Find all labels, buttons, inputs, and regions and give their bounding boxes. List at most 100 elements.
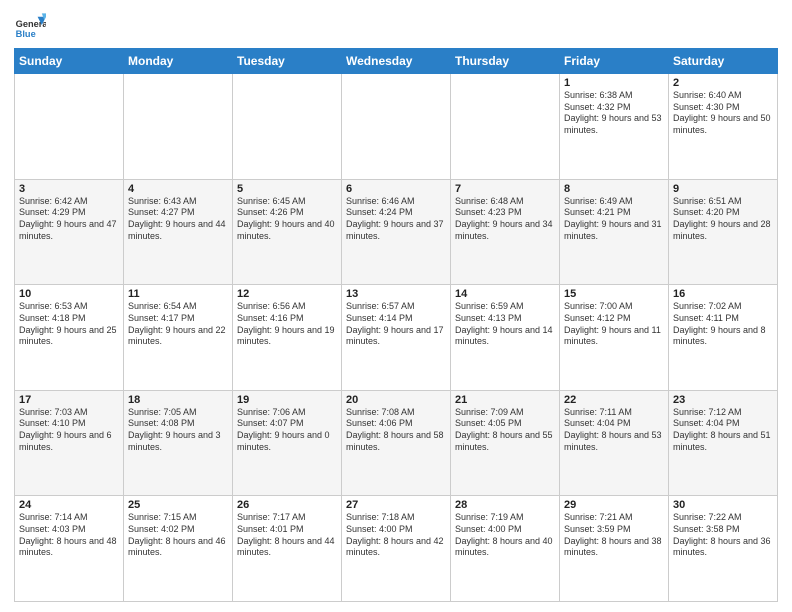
calendar-cell bbox=[124, 74, 233, 180]
day-info: Sunrise: 6:43 AMSunset: 4:27 PMDaylight:… bbox=[128, 196, 228, 243]
day-info: Sunrise: 6:46 AMSunset: 4:24 PMDaylight:… bbox=[346, 196, 446, 243]
calendar-cell bbox=[451, 74, 560, 180]
calendar-cell: 4Sunrise: 6:43 AMSunset: 4:27 PMDaylight… bbox=[124, 179, 233, 285]
day-info: Sunrise: 7:06 AMSunset: 4:07 PMDaylight:… bbox=[237, 407, 337, 454]
day-info: Sunrise: 7:08 AMSunset: 4:06 PMDaylight:… bbox=[346, 407, 446, 454]
calendar-cell: 28Sunrise: 7:19 AMSunset: 4:00 PMDayligh… bbox=[451, 496, 560, 602]
day-header-friday: Friday bbox=[560, 49, 669, 74]
calendar-cell: 30Sunrise: 7:22 AMSunset: 3:58 PMDayligh… bbox=[669, 496, 778, 602]
day-info: Sunrise: 6:51 AMSunset: 4:20 PMDaylight:… bbox=[673, 196, 773, 243]
calendar-cell: 2Sunrise: 6:40 AMSunset: 4:30 PMDaylight… bbox=[669, 74, 778, 180]
day-info: Sunrise: 6:48 AMSunset: 4:23 PMDaylight:… bbox=[455, 196, 555, 243]
day-number: 22 bbox=[564, 394, 664, 406]
day-info: Sunrise: 6:38 AMSunset: 4:32 PMDaylight:… bbox=[564, 90, 664, 137]
day-number: 7 bbox=[455, 183, 555, 195]
day-info: Sunrise: 6:49 AMSunset: 4:21 PMDaylight:… bbox=[564, 196, 664, 243]
calendar-cell: 6Sunrise: 6:46 AMSunset: 4:24 PMDaylight… bbox=[342, 179, 451, 285]
day-number: 4 bbox=[128, 183, 228, 195]
day-number: 1 bbox=[564, 77, 664, 89]
calendar-table: SundayMondayTuesdayWednesdayThursdayFrid… bbox=[14, 48, 778, 602]
day-number: 13 bbox=[346, 288, 446, 300]
calendar-cell: 18Sunrise: 7:05 AMSunset: 4:08 PMDayligh… bbox=[124, 390, 233, 496]
calendar-cell: 21Sunrise: 7:09 AMSunset: 4:05 PMDayligh… bbox=[451, 390, 560, 496]
calendar-cell: 13Sunrise: 6:57 AMSunset: 4:14 PMDayligh… bbox=[342, 285, 451, 391]
calendar-cell: 29Sunrise: 7:21 AMSunset: 3:59 PMDayligh… bbox=[560, 496, 669, 602]
day-header-thursday: Thursday bbox=[451, 49, 560, 74]
day-header-saturday: Saturday bbox=[669, 49, 778, 74]
calendar-cell: 26Sunrise: 7:17 AMSunset: 4:01 PMDayligh… bbox=[233, 496, 342, 602]
day-number: 14 bbox=[455, 288, 555, 300]
day-number: 19 bbox=[237, 394, 337, 406]
day-number: 28 bbox=[455, 499, 555, 511]
day-info: Sunrise: 7:02 AMSunset: 4:11 PMDaylight:… bbox=[673, 301, 773, 348]
day-number: 6 bbox=[346, 183, 446, 195]
day-number: 29 bbox=[564, 499, 664, 511]
day-info: Sunrise: 6:45 AMSunset: 4:26 PMDaylight:… bbox=[237, 196, 337, 243]
day-info: Sunrise: 6:54 AMSunset: 4:17 PMDaylight:… bbox=[128, 301, 228, 348]
day-number: 18 bbox=[128, 394, 228, 406]
day-number: 24 bbox=[19, 499, 119, 511]
day-info: Sunrise: 6:53 AMSunset: 4:18 PMDaylight:… bbox=[19, 301, 119, 348]
calendar-cell bbox=[15, 74, 124, 180]
day-number: 10 bbox=[19, 288, 119, 300]
day-number: 9 bbox=[673, 183, 773, 195]
day-info: Sunrise: 7:03 AMSunset: 4:10 PMDaylight:… bbox=[19, 407, 119, 454]
day-info: Sunrise: 6:57 AMSunset: 4:14 PMDaylight:… bbox=[346, 301, 446, 348]
day-number: 3 bbox=[19, 183, 119, 195]
day-info: Sunrise: 7:05 AMSunset: 4:08 PMDaylight:… bbox=[128, 407, 228, 454]
day-number: 20 bbox=[346, 394, 446, 406]
calendar-cell: 16Sunrise: 7:02 AMSunset: 4:11 PMDayligh… bbox=[669, 285, 778, 391]
day-info: Sunrise: 7:17 AMSunset: 4:01 PMDaylight:… bbox=[237, 512, 337, 559]
calendar-cell: 10Sunrise: 6:53 AMSunset: 4:18 PMDayligh… bbox=[15, 285, 124, 391]
day-header-monday: Monday bbox=[124, 49, 233, 74]
day-number: 25 bbox=[128, 499, 228, 511]
calendar-cell: 15Sunrise: 7:00 AMSunset: 4:12 PMDayligh… bbox=[560, 285, 669, 391]
day-number: 16 bbox=[673, 288, 773, 300]
day-number: 11 bbox=[128, 288, 228, 300]
day-number: 17 bbox=[19, 394, 119, 406]
calendar-cell: 19Sunrise: 7:06 AMSunset: 4:07 PMDayligh… bbox=[233, 390, 342, 496]
day-info: Sunrise: 7:19 AMSunset: 4:00 PMDaylight:… bbox=[455, 512, 555, 559]
calendar-cell: 23Sunrise: 7:12 AMSunset: 4:04 PMDayligh… bbox=[669, 390, 778, 496]
day-info: Sunrise: 7:21 AMSunset: 3:59 PMDaylight:… bbox=[564, 512, 664, 559]
day-number: 15 bbox=[564, 288, 664, 300]
calendar-cell: 1Sunrise: 6:38 AMSunset: 4:32 PMDaylight… bbox=[560, 74, 669, 180]
calendar-cell: 17Sunrise: 7:03 AMSunset: 4:10 PMDayligh… bbox=[15, 390, 124, 496]
day-info: Sunrise: 7:12 AMSunset: 4:04 PMDaylight:… bbox=[673, 407, 773, 454]
calendar-cell: 5Sunrise: 6:45 AMSunset: 4:26 PMDaylight… bbox=[233, 179, 342, 285]
day-info: Sunrise: 7:09 AMSunset: 4:05 PMDaylight:… bbox=[455, 407, 555, 454]
day-number: 21 bbox=[455, 394, 555, 406]
day-number: 12 bbox=[237, 288, 337, 300]
day-info: Sunrise: 7:15 AMSunset: 4:02 PMDaylight:… bbox=[128, 512, 228, 559]
calendar-cell: 7Sunrise: 6:48 AMSunset: 4:23 PMDaylight… bbox=[451, 179, 560, 285]
calendar-cell: 11Sunrise: 6:54 AMSunset: 4:17 PMDayligh… bbox=[124, 285, 233, 391]
day-info: Sunrise: 7:18 AMSunset: 4:00 PMDaylight:… bbox=[346, 512, 446, 559]
day-number: 27 bbox=[346, 499, 446, 511]
calendar-cell: 12Sunrise: 6:56 AMSunset: 4:16 PMDayligh… bbox=[233, 285, 342, 391]
day-info: Sunrise: 7:00 AMSunset: 4:12 PMDaylight:… bbox=[564, 301, 664, 348]
day-header-wednesday: Wednesday bbox=[342, 49, 451, 74]
day-info: Sunrise: 6:42 AMSunset: 4:29 PMDaylight:… bbox=[19, 196, 119, 243]
day-number: 2 bbox=[673, 77, 773, 89]
calendar-cell: 9Sunrise: 6:51 AMSunset: 4:20 PMDaylight… bbox=[669, 179, 778, 285]
calendar-cell: 22Sunrise: 7:11 AMSunset: 4:04 PMDayligh… bbox=[560, 390, 669, 496]
day-info: Sunrise: 7:11 AMSunset: 4:04 PMDaylight:… bbox=[564, 407, 664, 454]
calendar-cell bbox=[342, 74, 451, 180]
logo: General Blue bbox=[14, 10, 50, 42]
day-number: 8 bbox=[564, 183, 664, 195]
calendar-cell: 27Sunrise: 7:18 AMSunset: 4:00 PMDayligh… bbox=[342, 496, 451, 602]
day-number: 30 bbox=[673, 499, 773, 511]
day-info: Sunrise: 6:59 AMSunset: 4:13 PMDaylight:… bbox=[455, 301, 555, 348]
calendar-cell: 14Sunrise: 6:59 AMSunset: 4:13 PMDayligh… bbox=[451, 285, 560, 391]
calendar-cell bbox=[233, 74, 342, 180]
day-info: Sunrise: 7:22 AMSunset: 3:58 PMDaylight:… bbox=[673, 512, 773, 559]
calendar-cell: 20Sunrise: 7:08 AMSunset: 4:06 PMDayligh… bbox=[342, 390, 451, 496]
day-number: 5 bbox=[237, 183, 337, 195]
day-info: Sunrise: 7:14 AMSunset: 4:03 PMDaylight:… bbox=[19, 512, 119, 559]
day-header-tuesday: Tuesday bbox=[233, 49, 342, 74]
calendar-cell: 8Sunrise: 6:49 AMSunset: 4:21 PMDaylight… bbox=[560, 179, 669, 285]
day-info: Sunrise: 6:56 AMSunset: 4:16 PMDaylight:… bbox=[237, 301, 337, 348]
calendar-cell: 3Sunrise: 6:42 AMSunset: 4:29 PMDaylight… bbox=[15, 179, 124, 285]
svg-text:Blue: Blue bbox=[16, 29, 36, 39]
day-number: 26 bbox=[237, 499, 337, 511]
